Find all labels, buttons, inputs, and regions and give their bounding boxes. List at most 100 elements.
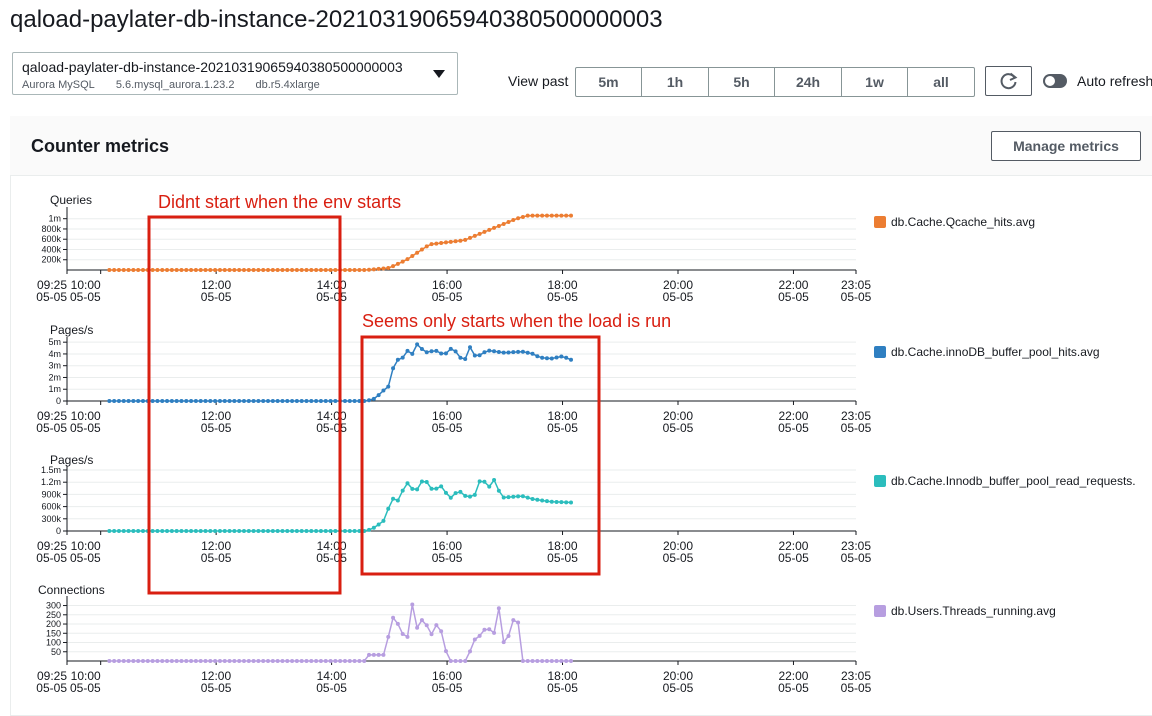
data-point xyxy=(121,659,126,663)
data-point xyxy=(179,529,184,533)
data-point xyxy=(448,239,453,244)
data-point xyxy=(198,659,203,663)
data-point xyxy=(549,659,554,663)
data-point xyxy=(213,529,218,533)
data-point xyxy=(131,399,136,403)
data-point xyxy=(213,399,218,403)
x-tick-date: 05-05 xyxy=(70,421,101,435)
data-point xyxy=(112,268,117,272)
data-point xyxy=(338,659,343,663)
data-point xyxy=(328,529,333,533)
data-point xyxy=(304,268,309,272)
data-point xyxy=(463,659,468,663)
data-point xyxy=(424,480,429,485)
data-point xyxy=(232,268,237,272)
data-point xyxy=(492,225,497,230)
data-point xyxy=(381,388,386,393)
data-point xyxy=(569,500,574,505)
data-point xyxy=(189,399,194,403)
data-point xyxy=(424,623,429,628)
data-point xyxy=(367,267,372,272)
data-point xyxy=(371,525,376,530)
data-point xyxy=(314,399,319,403)
data-point xyxy=(318,399,323,403)
data-point xyxy=(492,477,497,482)
data-point xyxy=(530,213,535,218)
x-tick-date: 05-05 xyxy=(547,551,578,565)
data-point xyxy=(285,529,290,533)
data-point xyxy=(217,399,222,403)
data-point xyxy=(400,488,405,493)
data-point xyxy=(290,268,295,272)
y-tick-label: 3m xyxy=(48,361,61,371)
data-point xyxy=(112,659,117,663)
data-point xyxy=(193,659,198,663)
data-point xyxy=(270,399,275,403)
data-point xyxy=(415,625,420,630)
data-point xyxy=(386,384,391,389)
data-point xyxy=(367,398,372,403)
x-tick-date: 05-05 xyxy=(70,681,101,695)
data-point xyxy=(554,355,559,360)
legend-label: db.Cache.innoDB_buffer_pool_hits.avg xyxy=(891,345,1100,359)
data-point xyxy=(237,529,242,533)
data-point xyxy=(241,659,246,663)
data-point xyxy=(559,354,564,359)
x-tick-date: 05-05 xyxy=(841,681,872,695)
data-point xyxy=(193,268,198,272)
data-point xyxy=(189,268,194,272)
data-point xyxy=(482,479,487,484)
data-point xyxy=(453,491,458,496)
data-point xyxy=(530,351,535,356)
x-tick-date: 05-05 xyxy=(201,421,232,435)
data-point xyxy=(559,213,564,218)
data-point xyxy=(419,618,424,623)
data-point xyxy=(333,529,338,533)
data-point xyxy=(299,659,304,663)
data-point xyxy=(458,489,463,494)
data-point xyxy=(434,486,439,491)
data-point xyxy=(217,529,222,533)
data-point xyxy=(400,632,405,637)
data-point xyxy=(193,399,198,403)
data-point xyxy=(160,659,165,663)
data-point xyxy=(222,399,227,403)
data-point xyxy=(208,399,213,403)
data-point xyxy=(376,652,381,657)
x-tick-date: 05-05 xyxy=(36,421,67,435)
data-point xyxy=(256,399,261,403)
data-point xyxy=(256,268,261,272)
data-point xyxy=(506,633,511,638)
data-point xyxy=(121,399,126,403)
legend-label: db.Cache.Qcache_hits.avg xyxy=(891,215,1035,229)
data-point xyxy=(410,486,415,491)
data-point xyxy=(400,355,405,360)
x-tick-date: 05-05 xyxy=(201,551,232,565)
data-point xyxy=(333,399,338,403)
data-point xyxy=(107,268,112,272)
x-tick-date: 05-05 xyxy=(547,421,578,435)
data-point xyxy=(549,499,554,504)
data-point xyxy=(506,219,511,224)
data-point xyxy=(270,529,275,533)
data-point xyxy=(290,529,295,533)
data-point xyxy=(405,348,410,353)
data-point xyxy=(540,498,545,503)
data-point xyxy=(179,268,184,272)
data-point xyxy=(381,652,386,657)
data-point xyxy=(400,259,405,264)
data-point xyxy=(410,602,415,607)
data-point xyxy=(140,659,145,663)
data-point xyxy=(169,399,174,403)
data-point xyxy=(280,529,285,533)
data-point xyxy=(333,268,338,272)
data-point xyxy=(246,659,251,663)
data-point xyxy=(290,659,295,663)
data-point xyxy=(535,213,540,218)
y-tick-label: 2m xyxy=(48,372,61,382)
x-tick-date: 05-05 xyxy=(663,421,694,435)
data-point xyxy=(160,529,165,533)
data-point xyxy=(492,630,497,635)
data-point xyxy=(294,399,299,403)
legend-label: db.Cache.Innodb_buffer_pool_read_request… xyxy=(891,474,1136,488)
